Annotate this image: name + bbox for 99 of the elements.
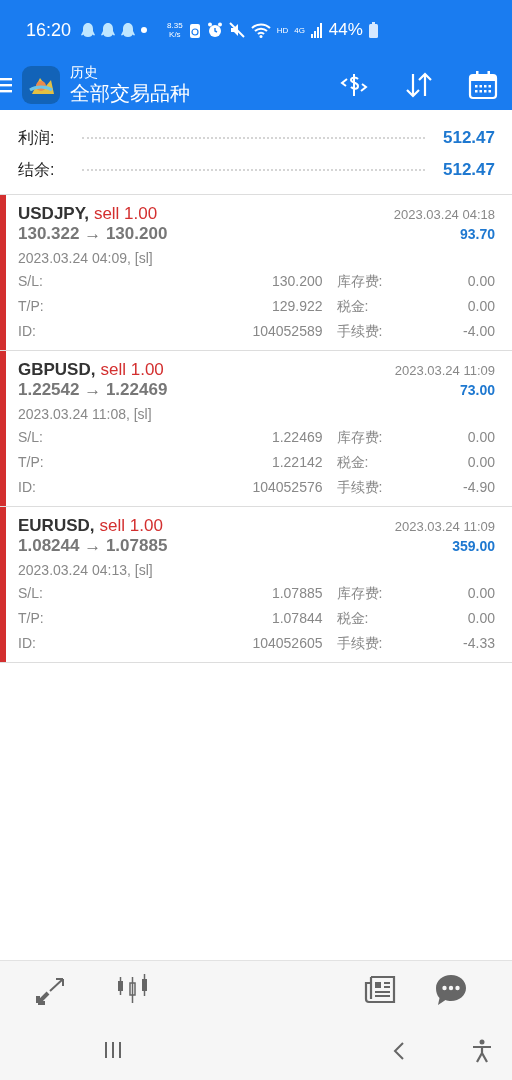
trade-side: sell 1.00 [93,204,158,223]
accessibility-button[interactable] [472,1039,492,1063]
detail-label: S/L: [18,584,44,603]
screen-title: 全部交易品种 [70,81,191,106]
trade-side: sell 1.00 [100,360,164,379]
signal-icon [310,22,323,38]
trade-nav-button[interactable] [35,976,67,1006]
penguin-icon [101,22,116,38]
detail-value: 0.00 [467,272,495,291]
detail-label: S/L: [18,428,44,447]
detail-label: 手续费: [335,478,383,497]
detail-label: 库存费: [335,428,383,447]
chat-nav-button[interactable] [435,974,467,1006]
trade-symbol: USDJPY, [18,204,89,223]
wifi-icon [250,22,271,38]
trade-profit: 359.00 [452,538,495,554]
detail-label: ID: [18,634,37,653]
back-icon [393,1041,405,1061]
detail-value: 0.00 [467,453,495,472]
detail-value: 0.00 [467,428,495,447]
open-time: 2023.03.24 04:09, [sl] [18,250,154,266]
dollar-arrows-icon [338,71,370,99]
sort-arrows-icon [404,71,434,99]
open-time: 2023.03.24 04:13, [sl] [18,562,154,578]
detail-label: T/P: [18,453,45,472]
alarm-icon [206,22,223,38]
close-time: 2023.03.24 11:09 [394,363,495,378]
summary-value: 512.47 [443,128,495,148]
detail-value: -4.00 [463,322,495,341]
network-type-label: 4G [294,25,305,35]
mute-icon [228,22,245,38]
trade-prices: 1.08244 → 1.07885 [18,536,168,556]
battery-percent: 44% [328,20,363,40]
trade-profit: 73.00 [459,382,495,398]
hd-label: HD [276,25,289,35]
summary-value: 512.47 [443,160,495,180]
accessibility-icon [472,1039,492,1063]
detail-label: 库存费: [335,584,383,603]
detail-value: 104052589 [251,322,323,341]
detail-value: 1.07844 [270,609,323,628]
detail-label: 手续费: [335,322,383,341]
candlestick-icon [116,973,150,1003]
detail-value: 130.200 [270,272,323,291]
open-time: 2023.03.24 11:08, [sl] [18,406,153,422]
detail-value: 1.22469 [270,428,323,447]
dot-icon [141,27,148,33]
detail-value: 104052605 [251,634,323,653]
detail-label: T/P: [18,297,45,316]
detail-value: 104052576 [251,478,323,497]
detail-label: 库存费: [335,272,383,291]
trade-prices: 130.322 → 130.200 [18,224,168,244]
detail-label: ID: [18,322,37,341]
menu-button[interactable] [0,77,12,93]
penguin-icon [81,22,96,38]
news-nav-button[interactable] [364,974,396,1004]
detail-label: 税金: [335,609,369,628]
detail-label: ID: [18,478,37,497]
sort-button[interactable] [404,71,434,99]
trade-symbol: GBPUSD, [18,360,96,379]
calendar-icon [468,70,498,100]
detail-label: T/P: [18,609,45,628]
detail-value: -4.90 [463,478,495,497]
detail-value: 1.07885 [270,584,323,603]
diagonal-arrows-icon [35,976,67,1006]
close-time: 2023.03.24 11:09 [394,519,495,534]
network-speed-value: 8.35 [167,21,183,30]
trade-symbol: EURUSD, [18,516,95,535]
close-time: 2023.03.24 04:18 [393,207,495,222]
detail-value: 129.922 [270,297,323,316]
battery-icon [368,22,378,38]
detail-label: 税金: [335,453,369,472]
detail-value: 1.22142 [270,453,323,472]
menu-icon [0,77,12,93]
detail-value: 0.00 [467,297,495,316]
status-time: 16:20 [26,19,72,41]
detail-label: 税金: [335,297,369,316]
detail-value: 0.00 [467,584,495,603]
back-button[interactable] [393,1041,405,1061]
battery-saver-icon [188,21,201,39]
chart-nav-button[interactable] [116,973,150,1003]
recent-apps-button[interactable] [104,1041,122,1059]
trade-profit: 93.70 [459,226,495,242]
trade-side: sell 1.00 [99,516,163,535]
app-logo-icon [22,66,60,104]
detail-value: -4.33 [463,634,495,653]
summary-label: 结余: [18,159,55,180]
recent-apps-icon [104,1041,122,1059]
calendar-button[interactable] [468,70,498,100]
trade-prices: 1.22542 → 1.22469 [18,380,168,400]
detail-value: 0.00 [467,609,495,628]
chat-bubble-icon [435,974,467,1006]
summary-label: 利润: [18,127,55,148]
penguin-icon [121,22,136,38]
network-speed-unit: K/s [169,30,181,39]
screen-subtitle: 历史 [70,64,99,80]
detail-label: S/L: [18,272,44,291]
detail-label: 手续费: [335,634,383,653]
currency-exchange-button[interactable] [338,71,370,99]
newspaper-icon [364,974,396,1004]
